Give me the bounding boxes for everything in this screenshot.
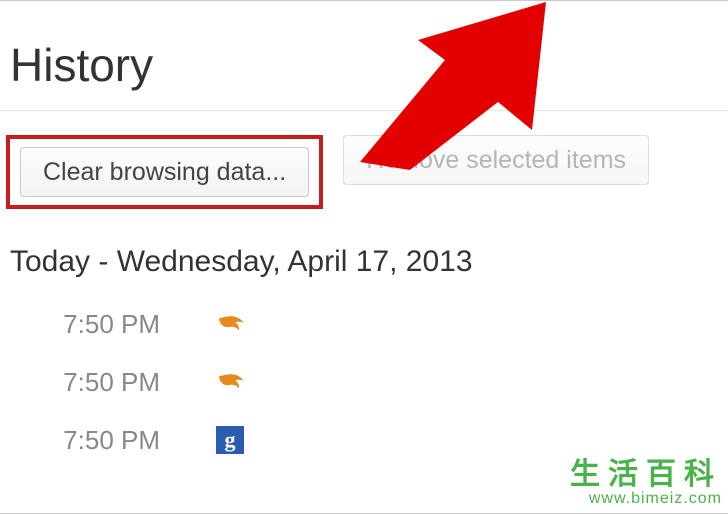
toolbar: Clear browsing data... Remove selected i… (0, 111, 728, 209)
history-time: 7:50 PM (10, 309, 160, 340)
history-date-heading: Today - Wednesday, April 17, 2013 (0, 209, 728, 285)
annotation-highlight-box: Clear browsing data... (6, 135, 323, 209)
amazon-icon (216, 309, 246, 339)
amazon-icon (216, 367, 246, 397)
history-list: 7:50 PM 7:50 PM 7:50 PM g (0, 285, 728, 469)
history-row[interactable]: 7:50 PM (10, 295, 728, 353)
history-row[interactable]: 7:50 PM (10, 353, 728, 411)
google-icon: g (216, 426, 244, 454)
page-title: History (0, 0, 728, 110)
remove-selected-items-button[interactable]: Remove selected items (343, 135, 649, 185)
watermark-url: www.bimeiz.com (570, 490, 722, 508)
history-row[interactable]: 7:50 PM g (10, 411, 728, 469)
history-time: 7:50 PM (10, 425, 160, 456)
clear-browsing-data-button[interactable]: Clear browsing data... (20, 147, 309, 197)
history-time: 7:50 PM (10, 367, 160, 398)
